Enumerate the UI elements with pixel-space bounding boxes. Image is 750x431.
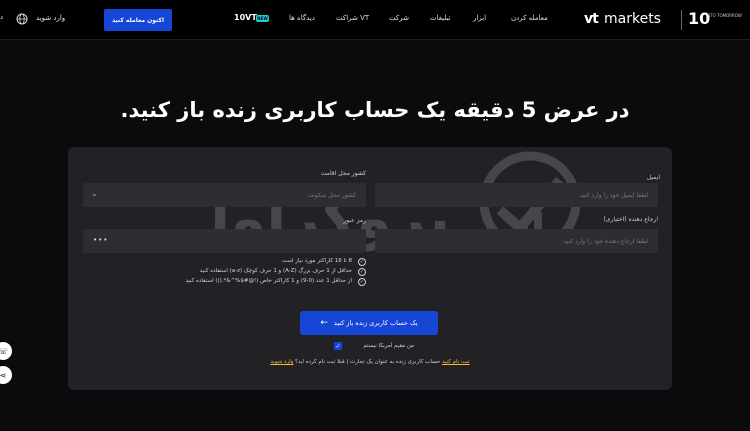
nav-item-insights[interactable]: دیدگاه ها	[289, 14, 315, 22]
tagline: INTO TOMORROW	[706, 13, 742, 18]
check-circle-icon: ✓	[358, 278, 366, 286]
check-circle-icon: ✓	[358, 258, 366, 266]
us-resident-label: من مقیم آمریکا نیستم	[363, 343, 414, 349]
nav-item-tools[interactable]: ابزار	[473, 14, 486, 22]
nav-edge-text: د	[0, 13, 4, 21]
logo-divider	[681, 10, 682, 30]
email-field[interactable]: لطفا ایمیل خود را وارد کنید	[375, 183, 658, 207]
country-select[interactable]: کشور محل سکونت ⌄	[83, 183, 366, 207]
footer-text: حساب کاربری زنده به عنوان یک تجارت | قبل…	[295, 359, 441, 365]
top-navbar: د وارد شوید اکنون معامله کنید 10VT NEW د…	[0, 0, 750, 40]
share-icon[interactable]: ⋖	[0, 366, 12, 384]
page-heading: در عرض 5 دقیقه یک حساب کاربری زنده باز ک…	[120, 98, 630, 122]
nav-item-company[interactable]: شرکت	[389, 14, 409, 22]
email-placeholder: لطفا ایمیل خود را وارد کنید	[579, 191, 648, 199]
support-icon[interactable]: ☏	[0, 342, 12, 360]
rule-case-text: حداقل از 1 حرف بزرگ (A-Z) و 1 حرف کوچک (…	[199, 268, 352, 274]
register-link[interactable]: ثبت نام کنید	[442, 359, 470, 365]
email-label: ایمیل	[646, 174, 660, 181]
us-resident-checkbox[interactable]: ✓	[334, 342, 342, 350]
ten-logo: 10	[688, 9, 711, 28]
nav-item-trading[interactable]: معامله کردن	[511, 14, 548, 22]
new-badge: NEW	[256, 15, 269, 22]
country-label: کشور محل اقامت	[320, 170, 366, 177]
password-label: رمز عبور	[343, 217, 366, 224]
country-placeholder: کشور محل سکونت	[307, 191, 356, 199]
referral-label: ارجاع دهنده (اختیاری)	[603, 216, 658, 223]
submit-label: یک حساب کاربری زنده باز کنید	[333, 319, 418, 327]
open-live-account-button[interactable]: یک حساب کاربری زنده باز کنید ←	[300, 311, 438, 335]
check-circle-icon: ✓	[358, 268, 366, 276]
password-value: •••	[93, 236, 109, 244]
vt-logo-text[interactable]: markets	[604, 11, 661, 27]
footer-login-link[interactable]: وارد شوید	[270, 359, 293, 365]
referral-placeholder: لطفا ارجاع دهنده خود را وارد کنید	[563, 237, 648, 245]
vt-logo-mark[interactable]: vt	[584, 11, 599, 27]
nav-item-vt-partnership[interactable]: شراکت VT	[336, 14, 369, 22]
vt10-link[interactable]: 10VT	[234, 13, 257, 22]
trade-now-button[interactable]: اکنون معامله کنید	[104, 9, 172, 31]
arrow-left-icon: ←	[320, 318, 328, 328]
rule-special-text: از حداقل 1 عدد (0-9) و 1 کاراکتر خاص (!@…	[185, 278, 352, 284]
nav-item-promotions[interactable]: تبلیغات	[430, 14, 451, 22]
chevron-down-icon: ⌄	[91, 189, 98, 198]
password-field[interactable]: •••	[83, 229, 366, 253]
footer-line: ثبت نام کنید حساب کاربری زنده به عنوان ی…	[262, 359, 478, 365]
rule-length-text: 8 تا 16 کاراکتر مورد نیاز است	[282, 258, 352, 264]
us-resident-row[interactable]: ✓ من مقیم آمریکا نیستم	[334, 342, 414, 351]
referral-field[interactable]: لطفا ارجاع دهنده خود را وارد کنید	[375, 229, 658, 253]
globe-icon[interactable]	[16, 13, 28, 25]
login-link[interactable]: وارد شوید	[36, 14, 65, 22]
